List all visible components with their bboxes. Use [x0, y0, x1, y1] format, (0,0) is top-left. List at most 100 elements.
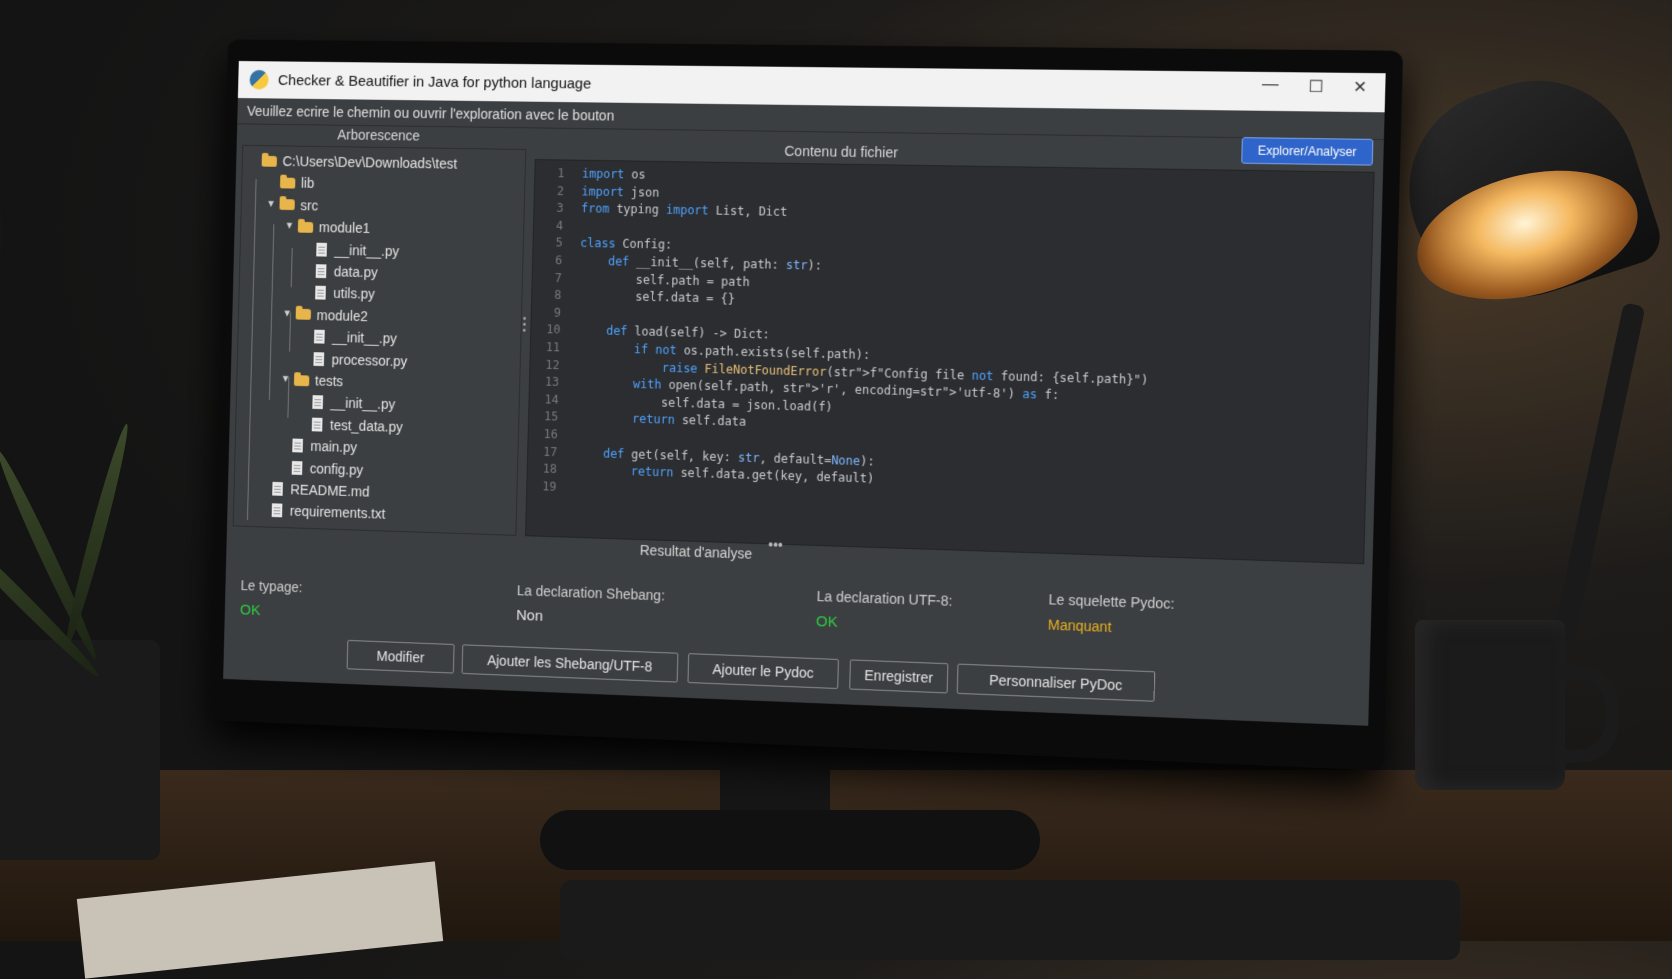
- plant-pot: [0, 640, 160, 860]
- line-number: 11: [531, 338, 561, 356]
- folder-icon: [296, 309, 311, 320]
- tree-file-item[interactable]: __init__.py: [301, 326, 398, 350]
- results-title: Resultat d'analyse: [640, 542, 753, 562]
- tree-item-label: tests: [315, 370, 344, 392]
- add-pydoc-button[interactable]: Ajouter le Pydoc: [687, 653, 839, 689]
- file-icon: [315, 286, 326, 300]
- tree-file-item[interactable]: README.md: [259, 478, 370, 503]
- tree-file-item[interactable]: config.py: [278, 456, 363, 480]
- tree-file-item[interactable]: __init__.py: [303, 238, 400, 261]
- tree-file-item[interactable]: main.py: [279, 434, 357, 458]
- line-number: 3: [534, 199, 564, 217]
- code-text: import json: [581, 182, 659, 201]
- customize-pydoc-button[interactable]: Personnaliser PyDoc: [957, 664, 1156, 702]
- file-icon: [313, 352, 324, 366]
- close-icon[interactable]: ✕: [1339, 77, 1382, 98]
- folder-icon: [294, 375, 309, 386]
- pydoc-label: Le squelette Pydoc:: [1048, 591, 1174, 612]
- line-number: 19: [527, 477, 557, 496]
- main-panels: Arborescence C:\Users\Dev\Downloads\test…: [233, 125, 1378, 562]
- tree-item-label: module2: [316, 304, 368, 327]
- tree-item-label: requirements.txt: [290, 500, 386, 525]
- code-text: self.data = {}: [579, 287, 735, 308]
- typage-label: Le typage:: [240, 577, 302, 595]
- tree-file-item[interactable]: requirements.txt: [258, 499, 385, 525]
- line-number: 5: [533, 234, 563, 252]
- tree-item-label: main.py: [310, 435, 357, 458]
- tree-file-item[interactable]: processor.py: [300, 348, 408, 372]
- line-number: 12: [530, 355, 560, 374]
- tree-item-label: C:\Users\Dev\Downloads\test: [282, 150, 457, 174]
- line-number: 16: [528, 425, 558, 444]
- python-app-icon: [249, 70, 268, 90]
- expand-caret-icon[interactable]: ▼: [266, 194, 280, 216]
- tree-guide-line: [289, 313, 291, 352]
- code-text: import os: [582, 165, 646, 184]
- tree-item-label: module1: [319, 217, 371, 239]
- maximize-icon[interactable]: ☐: [1295, 76, 1337, 97]
- utf8-label: La declaration UTF-8:: [816, 588, 952, 609]
- line-number: 1: [535, 164, 565, 182]
- minimize-icon[interactable]: —: [1249, 76, 1291, 95]
- tree-file-item[interactable]: test_data.py: [298, 413, 403, 437]
- resize-handle[interactable]: •••: [768, 536, 783, 552]
- save-button[interactable]: Enregistrer: [849, 659, 948, 693]
- folder-icon: [298, 222, 313, 233]
- line-number: 9: [532, 303, 562, 321]
- folder-icon: [280, 177, 295, 188]
- tree-guide-line: [287, 377, 289, 418]
- plant-leaf: [60, 422, 133, 648]
- line-number: 18: [528, 459, 558, 478]
- tree-file-item[interactable]: utils.py: [302, 282, 375, 305]
- line-number: 6: [533, 251, 563, 269]
- tree-guide-line: [269, 224, 274, 400]
- tree-folder-item[interactable]: C:\Users\Dev\Downloads\test: [248, 150, 457, 175]
- tree-file-item[interactable]: data.py: [302, 260, 378, 283]
- line-number: 2: [535, 181, 565, 199]
- line-number: 10: [531, 320, 561, 338]
- tree-folder-item[interactable]: ▼ module1: [284, 216, 370, 239]
- line-number: 17: [528, 442, 558, 461]
- tree-item-label: src: [300, 194, 318, 216]
- line-number: 15: [529, 407, 559, 426]
- code-text: class Config:: [580, 234, 672, 254]
- code-editor[interactable]: 1import os2import json3from typing impor…: [525, 159, 1375, 564]
- file-icon: [316, 264, 327, 278]
- line-number: 7: [532, 268, 562, 286]
- utf8-value: OK: [816, 613, 838, 631]
- tree-folder-item[interactable]: ▼module2: [282, 303, 368, 326]
- monitor-base: [540, 810, 1040, 870]
- splitter-handle[interactable]: •••: [522, 317, 526, 335]
- coffee-mug: [1415, 620, 1565, 790]
- code-text: return self.data: [576, 409, 747, 432]
- editor-title: Contenu du fichier: [784, 143, 898, 161]
- window-title: Checker & Beautifier in Java for python …: [278, 72, 592, 92]
- tree-title: Arborescence: [337, 127, 420, 144]
- tree-item-label: __init__.py: [330, 392, 395, 415]
- tree-item-label: config.py: [310, 457, 364, 480]
- file-icon: [314, 330, 325, 344]
- typage-value: OK: [240, 602, 261, 619]
- tree-folder-item[interactable]: ▼tests: [281, 369, 344, 392]
- file-tree[interactable]: C:\Users\Dev\Downloads\testlib▼src▼modul…: [233, 145, 527, 536]
- pydoc-value: Manquant: [1048, 616, 1112, 635]
- shebang-label: La declaration Shebang:: [517, 582, 665, 603]
- app-window: Checker & Beautifier in Java for python …: [223, 61, 1386, 726]
- modify-button[interactable]: Modifier: [347, 640, 455, 674]
- file-icon: [312, 417, 323, 431]
- shebang-value: Non: [516, 607, 543, 625]
- tree-guide-line: [291, 248, 293, 287]
- tree-folder-item[interactable]: ▼ src: [266, 194, 318, 216]
- add-shebang-utf8-button[interactable]: Ajouter les Shebang/UTF-8: [462, 644, 679, 682]
- expand-caret-icon[interactable]: ▼: [284, 216, 298, 238]
- tree-item-label: __init__.py: [332, 326, 397, 349]
- tree-item-label: __init__.py: [334, 239, 399, 262]
- file-icon: [292, 439, 303, 453]
- tree-file-item[interactable]: __init__.py: [299, 391, 395, 415]
- file-icon: [312, 396, 323, 410]
- folder-icon: [262, 155, 277, 166]
- file-icon: [316, 242, 327, 256]
- tree-folder-item[interactable]: lib: [267, 172, 315, 194]
- keyboard: [560, 880, 1460, 960]
- tree-item-label: test_data.py: [330, 414, 403, 438]
